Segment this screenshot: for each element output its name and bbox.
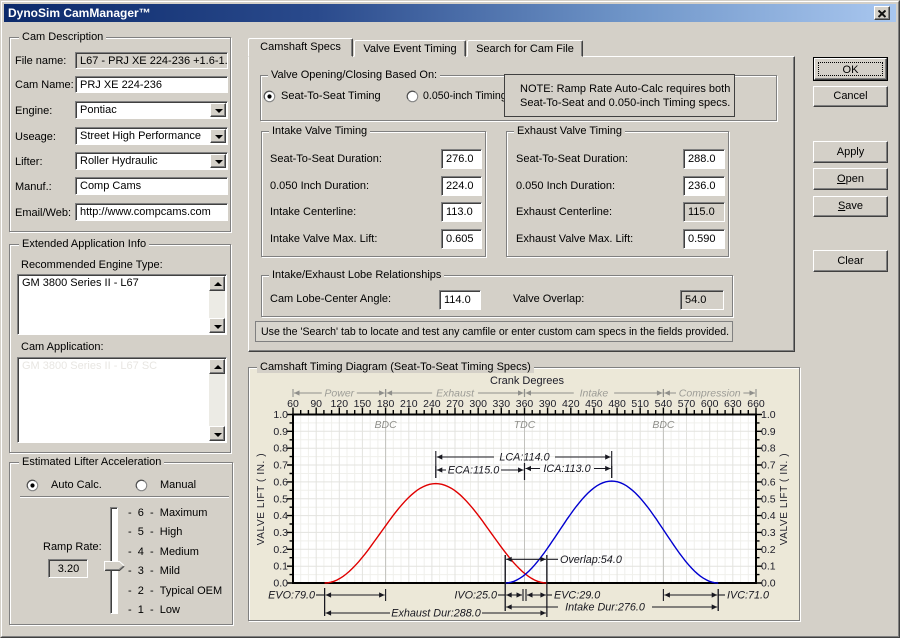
svg-text:BDC: BDC: [652, 419, 675, 431]
svg-text:0.2: 0.2: [273, 544, 288, 556]
svg-text:0.3: 0.3: [273, 527, 288, 539]
svg-text:IVO:25.0: IVO:25.0: [454, 590, 497, 602]
svg-text:Overlap:54.0: Overlap:54.0: [560, 554, 622, 566]
svg-text:0.2: 0.2: [761, 544, 776, 556]
svg-text:600: 600: [701, 398, 719, 410]
svg-text:BDC: BDC: [375, 419, 398, 431]
svg-text:0.1: 0.1: [273, 561, 288, 573]
svg-text:0.6: 0.6: [761, 476, 776, 488]
svg-text:630: 630: [724, 398, 742, 410]
svg-text:270: 270: [446, 398, 464, 410]
svg-text:Exhaust Dur:288.0: Exhaust Dur:288.0: [391, 608, 480, 620]
svg-text:VALVE LIFT ( IN. ): VALVE LIFT ( IN. ): [256, 453, 267, 546]
svg-text:150: 150: [354, 398, 372, 410]
svg-text:Intake Dur:276.0: Intake Dur:276.0: [565, 602, 645, 614]
svg-text:0.5: 0.5: [761, 493, 776, 505]
svg-text:0.7: 0.7: [761, 460, 776, 472]
svg-text:0.3: 0.3: [761, 527, 776, 539]
svg-text:420: 420: [562, 398, 580, 410]
svg-text:0.7: 0.7: [273, 460, 288, 472]
svg-text:1.0: 1.0: [761, 409, 776, 421]
svg-text:Intake: Intake: [580, 388, 609, 400]
svg-text:540: 540: [655, 398, 673, 410]
svg-text:300: 300: [469, 398, 487, 410]
svg-text:120: 120: [331, 398, 349, 410]
svg-text:450: 450: [585, 398, 603, 410]
svg-text:480: 480: [608, 398, 626, 410]
svg-text:VALVE LIFT ( IN. ): VALVE LIFT ( IN. ): [779, 453, 790, 546]
svg-text:0.8: 0.8: [273, 443, 288, 455]
svg-text:LCA:114.0: LCA:114.0: [499, 452, 549, 464]
svg-text:ICA:113.0: ICA:113.0: [543, 463, 590, 475]
svg-text:90: 90: [310, 398, 322, 410]
svg-text:510: 510: [631, 398, 649, 410]
svg-text:330: 330: [493, 398, 511, 410]
svg-text:390: 390: [539, 398, 557, 410]
svg-text:0.8: 0.8: [761, 443, 776, 455]
svg-text:360: 360: [516, 398, 534, 410]
svg-text:EVO:79.0: EVO:79.0: [268, 590, 315, 602]
svg-text:1.0: 1.0: [273, 409, 288, 421]
svg-text:180: 180: [377, 398, 395, 410]
svg-text:240: 240: [423, 398, 441, 410]
svg-text:0.4: 0.4: [761, 510, 776, 522]
svg-text:0.9: 0.9: [273, 426, 288, 438]
svg-text:Crank Degrees: Crank Degrees: [490, 375, 564, 387]
svg-text:0.6: 0.6: [273, 476, 288, 488]
svg-text:0.0: 0.0: [273, 578, 288, 590]
svg-text:Compression: Compression: [679, 388, 741, 400]
svg-text:Power: Power: [324, 388, 354, 400]
svg-text:0.4: 0.4: [273, 510, 288, 522]
svg-text:0.1: 0.1: [761, 561, 776, 573]
svg-text:IVC:71.0: IVC:71.0: [727, 590, 769, 602]
svg-text:60: 60: [287, 398, 299, 410]
svg-text:210: 210: [400, 398, 418, 410]
svg-text:ECA:115.0: ECA:115.0: [448, 465, 499, 477]
svg-text:Exhaust: Exhaust: [436, 388, 475, 400]
svg-text:TDC: TDC: [514, 419, 536, 431]
svg-text:0.5: 0.5: [273, 493, 288, 505]
svg-text:0.9: 0.9: [761, 426, 776, 438]
svg-text:EVC:29.0: EVC:29.0: [554, 590, 600, 602]
svg-text:0.0: 0.0: [761, 578, 776, 590]
svg-text:570: 570: [678, 398, 696, 410]
